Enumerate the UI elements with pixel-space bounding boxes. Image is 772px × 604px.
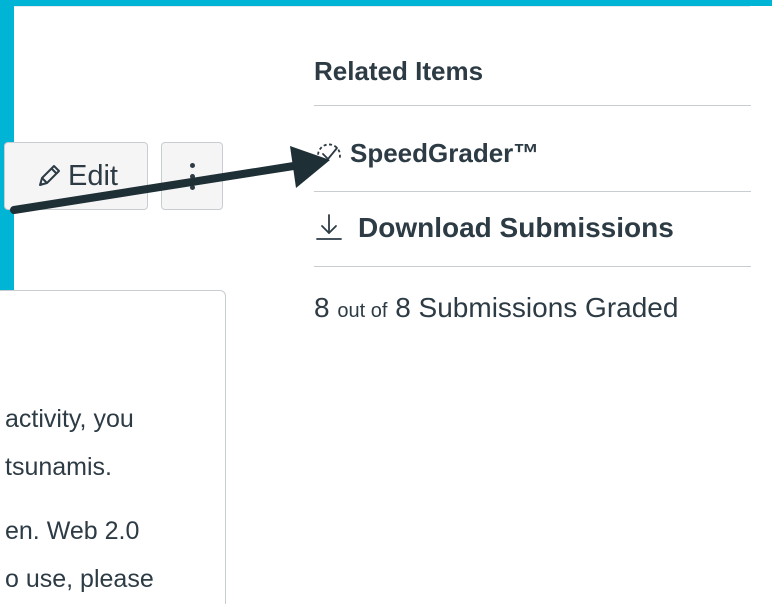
sidebar-divider — [314, 105, 751, 106]
graded-count: 8 — [314, 292, 330, 323]
edit-button-label: Edit — [68, 159, 118, 192]
download-submissions-label: Download Submissions — [358, 212, 674, 243]
submissions-graded-status: 8 out of 8 Submissions Graded — [314, 292, 678, 324]
graded-suffix: Submissions Graded — [418, 292, 679, 323]
description-panel: activity, you tsunamis. en. Web 2.0 o us… — [0, 290, 226, 604]
download-icon — [316, 214, 342, 240]
graded-out-of: out of — [337, 300, 388, 322]
description-line: o use, please — [5, 565, 154, 593]
graded-total: 8 — [395, 292, 411, 323]
speedgrader-icon — [317, 143, 341, 160]
related-items-heading: Related Items — [314, 56, 484, 86]
description-line: tsunamis. — [5, 453, 112, 481]
speedgrader-link[interactable]: SpeedGrader™ — [314, 138, 539, 169]
speedgrader-label: SpeedGrader™ — [350, 138, 540, 168]
edit-button[interactable]: Edit — [4, 142, 148, 210]
more-options-button[interactable] — [161, 142, 223, 210]
description-line: activity, you — [5, 405, 134, 433]
download-submissions-link[interactable]: Download Submissions — [314, 212, 674, 244]
description-line: en. Web 2.0 — [5, 517, 140, 545]
pencil-icon — [39, 165, 60, 186]
top-divider — [14, 6, 750, 7]
sidebar-divider — [314, 266, 751, 267]
kebab-icon — [189, 162, 195, 190]
sidebar-divider — [314, 191, 751, 192]
